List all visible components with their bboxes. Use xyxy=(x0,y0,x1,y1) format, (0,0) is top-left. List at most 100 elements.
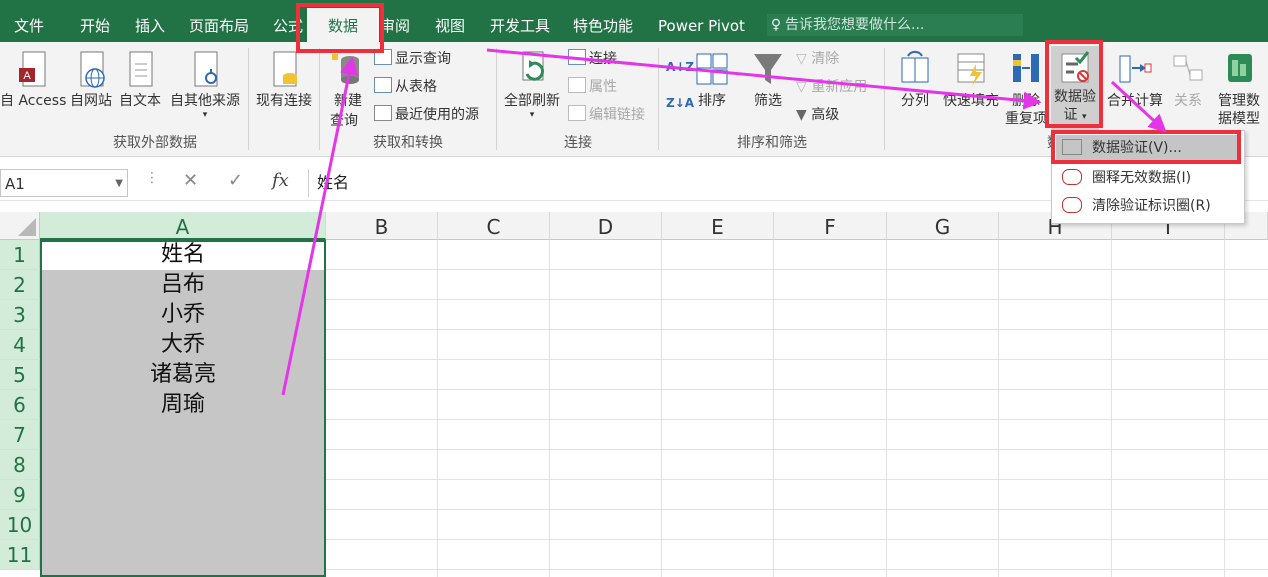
flash-fill-label: 快速填充 xyxy=(943,93,999,109)
column-header-d[interactable]: D xyxy=(550,212,662,240)
tab-special-features[interactable]: 特色功能 xyxy=(573,10,633,42)
column-gridline xyxy=(773,240,774,577)
cell-a4[interactable]: 大乔 xyxy=(40,330,326,360)
new-query-label-1: 新建 xyxy=(334,93,362,109)
advanced-filter-button[interactable]: ▼ 高级 xyxy=(796,104,839,126)
advanced-filter-icon: ▼ xyxy=(796,107,807,123)
group-separator xyxy=(884,48,885,150)
edit-links-button[interactable]: 编辑链接 xyxy=(568,104,645,126)
relationships-button[interactable]: 关系 xyxy=(1168,50,1208,110)
menu-item-data-validation[interactable]: 数据验证(V)... xyxy=(1056,135,1240,161)
cell-a5[interactable]: 诸葛亮 xyxy=(40,360,326,390)
name-box[interactable]: A1 ▼ xyxy=(0,169,128,197)
row-header-6[interactable]: 6 xyxy=(0,390,40,420)
tab-formulas[interactable]: 公式 xyxy=(273,10,303,42)
manage-data-model-button[interactable]: 管理数 据模型 xyxy=(1212,50,1266,128)
cell-a2[interactable]: 吕布 xyxy=(40,270,326,300)
remove-duplicates-button[interactable]: 删除 重复项 xyxy=(1004,50,1048,128)
data-validation-button[interactable]: 数据验 证 ▾ xyxy=(1051,46,1099,132)
properties-label: 属性 xyxy=(589,79,617,95)
from-table-button[interactable]: 从表格 xyxy=(374,76,437,98)
tab-home[interactable]: 开始 xyxy=(80,10,110,42)
cell-a1[interactable]: 姓名 xyxy=(40,240,326,270)
cell-a3[interactable]: 小乔 xyxy=(40,300,326,330)
tab-power-pivot[interactable]: Power Pivot xyxy=(658,10,745,42)
text-to-columns-button[interactable]: 分列 xyxy=(894,50,936,110)
menu-item-label: 圈释无效数据(I) xyxy=(1092,170,1192,186)
column-header-a[interactable]: A xyxy=(40,212,326,240)
clear-filter-button[interactable]: ▽ 清除 xyxy=(796,48,839,70)
clear-filter-label: 清除 xyxy=(811,51,840,67)
sort-za-button[interactable]: Z↓A xyxy=(666,92,694,114)
tab-review[interactable]: 审阅 xyxy=(380,10,410,42)
manage-model-label-1: 管理数 xyxy=(1218,93,1260,109)
sort-icon xyxy=(696,53,728,85)
recent-sources-button[interactable]: 最近使用的源 xyxy=(374,104,479,126)
data-validation-menu: 数据验证(V)... 圈释无效数据(I) 清除验证标识圈(R) xyxy=(1051,130,1245,224)
remove-duplicates-icon xyxy=(1013,54,1039,82)
from-other-sources-button[interactable]: 自其他来源 ▾ xyxy=(165,50,245,120)
column-header-f[interactable]: F xyxy=(774,212,887,240)
lightbulb-icon: ♀ xyxy=(770,17,782,33)
new-query-button[interactable]: 新建 查询 xyxy=(322,50,368,130)
cancel-icon[interactable]: ✕ xyxy=(183,170,198,191)
column-header-c[interactable]: C xyxy=(438,212,550,240)
row-header-3[interactable]: 3 xyxy=(0,300,40,330)
data-validation-label-1: 数据验 xyxy=(1054,89,1096,105)
show-queries-button[interactable]: 显示查询 xyxy=(374,48,451,70)
row-header-11[interactable]: 11 xyxy=(0,540,40,570)
existing-connections-button[interactable]: 现有连接 xyxy=(250,50,318,110)
row-header-4[interactable]: 4 xyxy=(0,330,40,360)
tell-me-box[interactable]: ♀ 告诉我您想要做什么... xyxy=(767,14,1023,36)
connections-label: 连接 xyxy=(589,51,617,67)
filter-label: 筛选 xyxy=(754,93,782,109)
data-validation-icon xyxy=(1062,139,1082,155)
column-gridline xyxy=(1224,240,1225,577)
from-access-button[interactable]: A 自 Access xyxy=(0,50,66,110)
existing-connections-label: 现有连接 xyxy=(256,93,312,109)
row-header-7[interactable]: 7 xyxy=(0,420,40,450)
tab-page-layout[interactable]: 页面布局 xyxy=(189,10,249,42)
column-header-g[interactable]: G xyxy=(887,212,999,240)
reapply-button[interactable]: ▽ 重新应用 xyxy=(796,76,867,98)
menu-item-clear-circles[interactable]: 清除验证标识圈(R) xyxy=(1056,193,1240,219)
text-to-columns-icon xyxy=(901,50,929,83)
filter-button[interactable]: 筛选 xyxy=(748,50,788,110)
remove-duplicates-label-1: 删除 xyxy=(1012,93,1040,109)
svg-text:A: A xyxy=(23,70,31,82)
consolidate-button[interactable]: 合并计算 xyxy=(1102,50,1168,110)
from-web-button[interactable]: 自网站 xyxy=(67,50,115,110)
row-header-10[interactable]: 10 xyxy=(0,510,40,540)
tab-data[interactable]: 数据 xyxy=(307,8,379,42)
group-label-sort-filter: 排序和筛选 xyxy=(737,135,807,151)
connections-button[interactable]: 连接 xyxy=(568,48,617,70)
tab-insert[interactable]: 插入 xyxy=(135,10,165,42)
row-header-1[interactable]: 1 xyxy=(0,240,40,270)
recent-sources-icon xyxy=(374,105,392,121)
flash-fill-button[interactable]: 快速填充 xyxy=(940,50,1002,110)
from-text-button[interactable]: 自文本 xyxy=(116,50,164,110)
insert-function-icon[interactable]: fx xyxy=(272,170,289,191)
column-gridline xyxy=(437,240,438,577)
select-all-button[interactable] xyxy=(0,212,40,240)
chevron-down-icon[interactable]: ▼ xyxy=(115,170,123,198)
properties-button[interactable]: 属性 xyxy=(568,76,617,98)
row-header-9[interactable]: 9 xyxy=(0,480,40,510)
sort-button[interactable]: 排序 xyxy=(692,50,732,110)
row-header-2[interactable]: 2 xyxy=(0,270,40,300)
refresh-all-button[interactable]: 全部刷新 ▾ xyxy=(500,50,564,120)
tab-file[interactable]: 文件 xyxy=(14,10,44,42)
sort-az-button[interactable]: A↓Z xyxy=(666,56,694,78)
menu-item-circle-invalid[interactable]: 圈释无效数据(I) xyxy=(1056,165,1240,191)
column-header-b[interactable]: B xyxy=(326,212,438,240)
column-header-e[interactable]: E xyxy=(662,212,774,240)
tab-view[interactable]: 视图 xyxy=(435,10,465,42)
row-header-5[interactable]: 5 xyxy=(0,360,40,390)
tab-developer[interactable]: 开发工具 xyxy=(490,10,550,42)
web-icon xyxy=(80,51,105,88)
enter-icon[interactable]: ✓ xyxy=(228,170,243,191)
row-header-8[interactable]: 8 xyxy=(0,450,40,480)
reapply-label: 重新应用 xyxy=(811,79,868,95)
table-icon xyxy=(374,49,392,65)
cell-a6[interactable]: 周瑜 xyxy=(40,390,326,420)
